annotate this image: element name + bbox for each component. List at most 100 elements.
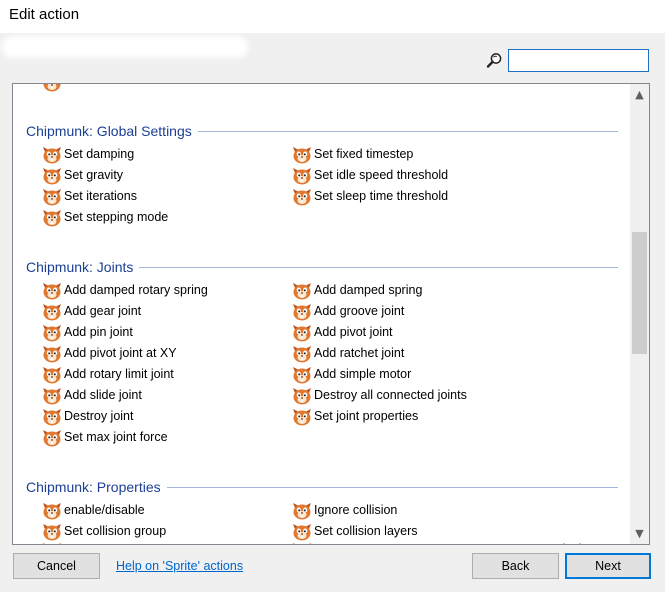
- action-item-label: Set fixed timestep: [314, 147, 414, 161]
- window-title: Edit action: [9, 6, 80, 23]
- section-header: Chipmunk: Properties: [26, 479, 161, 495]
- action-item[interactable]: Set damping: [42, 144, 134, 164]
- action-item[interactable]: Set fixed timestep: [292, 144, 413, 164]
- action-item-label: Set stepping mode: [64, 210, 169, 224]
- chipmunk-icon: [292, 343, 312, 363]
- next-button[interactable]: Next: [565, 553, 651, 579]
- action-item[interactable]: Set gravity: [42, 165, 123, 185]
- action-item-label: Add groove joint: [314, 304, 405, 318]
- action-item-label: Set collision layers: [314, 524, 418, 538]
- chipmunk-icon: [292, 521, 312, 541]
- scroll-down-icon[interactable]: ▼: [630, 525, 649, 542]
- section-divider: [197, 131, 618, 132]
- search-icon[interactable]: [485, 52, 503, 70]
- action-item[interactable]: Set collision layers: [292, 521, 418, 541]
- chipmunk-icon: [42, 280, 62, 300]
- action-item-label: Destroy all connected joints: [314, 388, 467, 402]
- chipmunk-icon: [42, 500, 62, 520]
- action-item[interactable]: Add rotary limit joint: [42, 364, 174, 384]
- action-item[interactable]: Add ratchet joint: [292, 343, 404, 363]
- action-item[interactable]: Add damped rotary spring: [42, 280, 208, 300]
- action-item-label: Add pivot joint: [314, 325, 393, 339]
- action-item-label: Add rotary limit joint: [64, 367, 174, 381]
- action-item-label: Set joint properties: [314, 409, 419, 423]
- chipmunk-icon: [42, 406, 62, 426]
- action-item[interactable]: Add pivot joint: [292, 322, 393, 342]
- chipmunk-icon: [292, 406, 312, 426]
- back-button[interactable]: Back: [472, 553, 559, 579]
- chipmunk-icon: [42, 83, 62, 92]
- action-item[interactable]: Add pin joint: [42, 322, 133, 342]
- action-item[interactable]: Add groove joint: [292, 301, 404, 321]
- action-item[interactable]: Set iterations: [42, 186, 137, 206]
- action-item[interactable]: Add slide joint: [42, 385, 142, 405]
- action-item-label: Set collision group: [64, 524, 167, 538]
- cancel-button[interactable]: Cancel: [13, 553, 100, 579]
- action-item-label: Set iterations: [64, 189, 137, 203]
- action-item-label: Add ratchet joint: [314, 346, 405, 360]
- chipmunk-icon: [292, 301, 312, 321]
- action-item[interactable]: Add simple motor: [292, 364, 411, 384]
- action-item-label: Add gear joint: [64, 304, 142, 318]
- action-item-label: Add pivot joint at XY: [64, 346, 177, 360]
- section-divider: [166, 487, 618, 488]
- chipmunk-icon: [42, 521, 62, 541]
- chipmunk-icon: [292, 364, 312, 384]
- action-item[interactable]: Add pivot joint at XY: [42, 343, 177, 363]
- chipmunk-icon: [42, 385, 62, 405]
- action-item[interactable]: Set sleep time threshold: [292, 186, 448, 206]
- action-item-label: enable/disable: [64, 503, 145, 517]
- action-item[interactable]: Ignore collision: [292, 500, 397, 520]
- scroll-up-icon[interactable]: ▲: [630, 86, 649, 103]
- action-item[interactable]: Set joint properties: [292, 406, 418, 426]
- action-item-label: Set gravity: [64, 168, 124, 182]
- action-item[interactable]: Set max joint force: [42, 427, 168, 447]
- action-item[interactable]: Add damped spring: [292, 280, 422, 300]
- action-item-label: Set max joint force: [64, 430, 168, 444]
- title-bar: Edit action: [0, 0, 665, 33]
- action-item-label: Set idle speed threshold: [314, 168, 449, 182]
- action-item[interactable]: Set idle speed threshold: [292, 165, 448, 185]
- chipmunk-icon: [42, 207, 62, 227]
- action-item-label: Add pin joint: [64, 325, 133, 339]
- chipmunk-icon: [42, 427, 62, 447]
- chipmunk-icon: [292, 144, 312, 164]
- action-item-label: Add damped rotary spring: [64, 283, 208, 297]
- chipmunk-icon: [292, 322, 312, 342]
- action-item[interactable]: Destroy joint: [42, 406, 133, 426]
- action-item-label: Add simple motor: [314, 367, 412, 381]
- action-item-label: Destroy joint: [64, 409, 134, 423]
- vertical-scrollbar[interactable]: ▲ ▼: [630, 84, 649, 544]
- chipmunk-icon: [562, 540, 582, 545]
- action-item[interactable]: Set collision group: [42, 521, 166, 541]
- action-item-label: Set sleep time threshold: [314, 189, 449, 203]
- action-item-label: Set damping: [64, 147, 135, 161]
- chipmunk-icon: [42, 144, 62, 164]
- chipmunk-icon: [292, 385, 312, 405]
- section-header: Chipmunk: Joints: [26, 259, 134, 275]
- section-divider: [139, 267, 618, 268]
- section-header: Chipmunk: Global Settings: [26, 123, 192, 139]
- chipmunk-icon: [42, 343, 62, 363]
- search-input[interactable]: [508, 49, 649, 72]
- chipmunk-icon: [292, 280, 312, 300]
- chipmunk-icon: [292, 165, 312, 185]
- chipmunk-icon: [42, 322, 62, 342]
- action-item[interactable]: enable/disable: [42, 500, 145, 520]
- chipmunk-icon: [42, 301, 62, 321]
- redacted-object-name: [6, 40, 244, 54]
- action-list[interactable]: ▲ ▼ Chipmunk: Global Settings Set damping…: [12, 83, 650, 545]
- action-item-label: Add damped spring: [314, 283, 423, 297]
- action-item-label: Ignore collision: [314, 503, 398, 517]
- action-item-label: Add slide joint: [64, 388, 142, 402]
- help-link[interactable]: Help on 'Sprite' actions: [116, 559, 243, 573]
- chipmunk-icon: [292, 500, 312, 520]
- chipmunk-icon: [292, 186, 312, 206]
- chipmunk-icon: [42, 165, 62, 185]
- action-item[interactable]: Add gear joint: [42, 301, 141, 321]
- chipmunk-icon: [42, 186, 62, 206]
- scrollbar-thumb[interactable]: [632, 232, 647, 354]
- action-item[interactable]: Destroy all connected joints: [292, 385, 467, 405]
- chipmunk-icon: [42, 364, 62, 384]
- action-item[interactable]: Set stepping mode: [42, 207, 168, 227]
